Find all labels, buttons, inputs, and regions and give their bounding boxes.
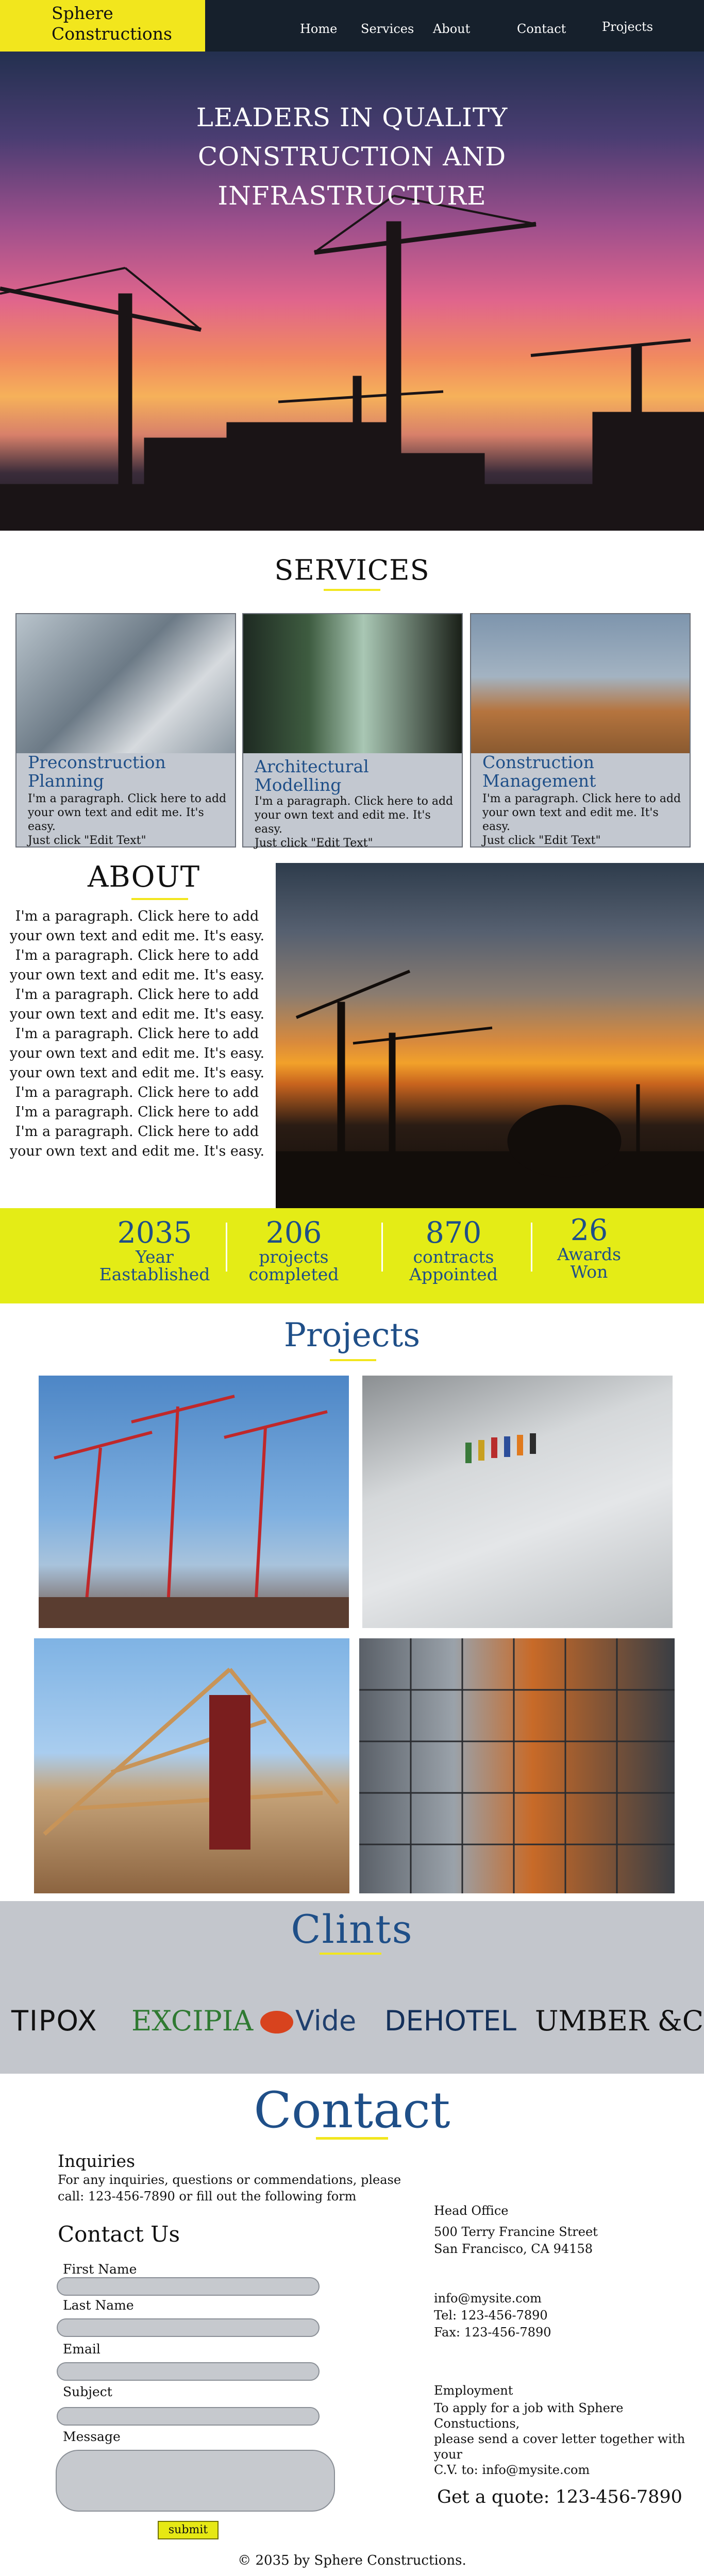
email-field[interactable] [57,2362,320,2381]
last-name-field[interactable] [57,2318,320,2337]
stat-year-established: 2035 Year Eastablished [99,1216,210,1284]
project-facade-photo[interactable] [359,1638,675,1893]
architects-silhouette-photo [243,614,462,753]
service-card-preconstruction[interactable]: Preconstruction Planning I'm a paragraph… [15,613,236,848]
workers-illustration [465,1433,536,1463]
sunset-cranes-photo [276,863,704,1208]
client-logo-excipia: EXCIPIA [131,2005,254,2037]
nav-home[interactable]: Home [300,22,337,36]
service-title: Construction Management [482,752,596,791]
stat-divider [381,1223,383,1272]
projects-underline [330,1359,376,1361]
first-name-field[interactable] [57,2277,320,2296]
message-field[interactable] [56,2450,335,2512]
head-office-block: Head Office 500 Terry Francine Street Sa… [434,2204,598,2256]
services-underline [324,589,380,591]
subject-field[interactable] [57,2407,320,2426]
contact-underline [316,2137,388,2140]
service-card-architectural[interactable]: Architectural Modelling I'm a paragraph.… [242,613,463,850]
clients-underline [320,1953,381,1955]
clients-heading: Clints [291,1906,413,1952]
hero-title: LEADERS IN QUALITY CONSTRUCTION AND INFR… [196,103,508,211]
roof-frame-illustration [43,1668,340,1850]
message-label: Message [63,2429,121,2444]
services-heading: SERVICES [274,554,430,586]
facade-scaffold-illustration [359,1638,675,1893]
nav-about[interactable]: About [433,22,470,36]
service-text: I'm a paragraph. Click here to add your … [255,795,454,850]
service-text: I'm a paragraph. Click here to add your … [482,792,681,847]
projects-heading: Projects [283,1316,421,1354]
laptop-meeting-photo [16,614,235,753]
email-label: Email [63,2342,100,2357]
service-text: I'm a paragraph. Click here to add your … [28,792,227,847]
quote-phone: Get a quote: 123-456-7890 [437,2487,682,2507]
service-title: Preconstruction Planning [28,752,166,791]
client-logo-dehotel: DEHOTEL [384,2005,516,2037]
nav-projects[interactable]: Projects [602,20,653,34]
project-roof-frame-photo[interactable] [34,1638,349,1893]
stat-contracts-appointed: 870 contracts Appointed [409,1216,498,1284]
client-logo-vide: Vide [295,2005,357,2037]
subject-label: Subject [63,2384,112,2399]
vide-logo-icon [260,2011,293,2033]
logo[interactable]: Sphere Constructions [0,0,205,52]
service-card-management[interactable]: Construction Management I'm a paragraph.… [470,613,691,848]
stat-projects-completed: 206 projects completed [248,1216,339,1284]
client-logo-tipox: TIPOX [11,2005,98,2037]
project-cranes-photo[interactable] [39,1376,349,1628]
red-cranes-illustration [39,1395,349,1628]
last-name-label: Last Name [63,2298,134,2313]
inquiries-heading: Inquiries [58,2151,136,2171]
scaffolding-photo [471,614,690,753]
nav-contact[interactable]: Contact [517,22,566,36]
contact-heading: Contact [254,2081,450,2139]
logo-text: Sphere Constructions [52,3,172,44]
contact-details-block: info@mysite.com Tel: 123-456-7890 Fax: 1… [434,2291,551,2340]
about-underline [131,898,188,900]
footer-copyright: © 2035 by Sphere Constructions. [238,2553,466,2568]
employment-block: Employment To apply for a job with Spher… [434,2383,685,2477]
about-heading: ABOUT [88,860,200,894]
about-paragraph: I'm a paragraph. Click here to add your … [9,908,265,1159]
service-title: Architectural Modelling [255,756,369,795]
submit-button[interactable]: submit [158,2521,219,2539]
inquiries-text: For any inquiries, questions or commenda… [58,2173,401,2204]
nav-services[interactable]: Services [361,22,414,36]
sunset-cranes-illustration [276,970,704,1208]
client-logo-umber: UMBER &CO. [535,2005,704,2037]
first-name-label: First Name [63,2262,137,2277]
stat-awards-won: 26 Awards Won [557,1213,622,1282]
contact-form-heading: Contact Us [58,2222,180,2247]
project-workers-rooftop-photo[interactable] [362,1376,673,1628]
